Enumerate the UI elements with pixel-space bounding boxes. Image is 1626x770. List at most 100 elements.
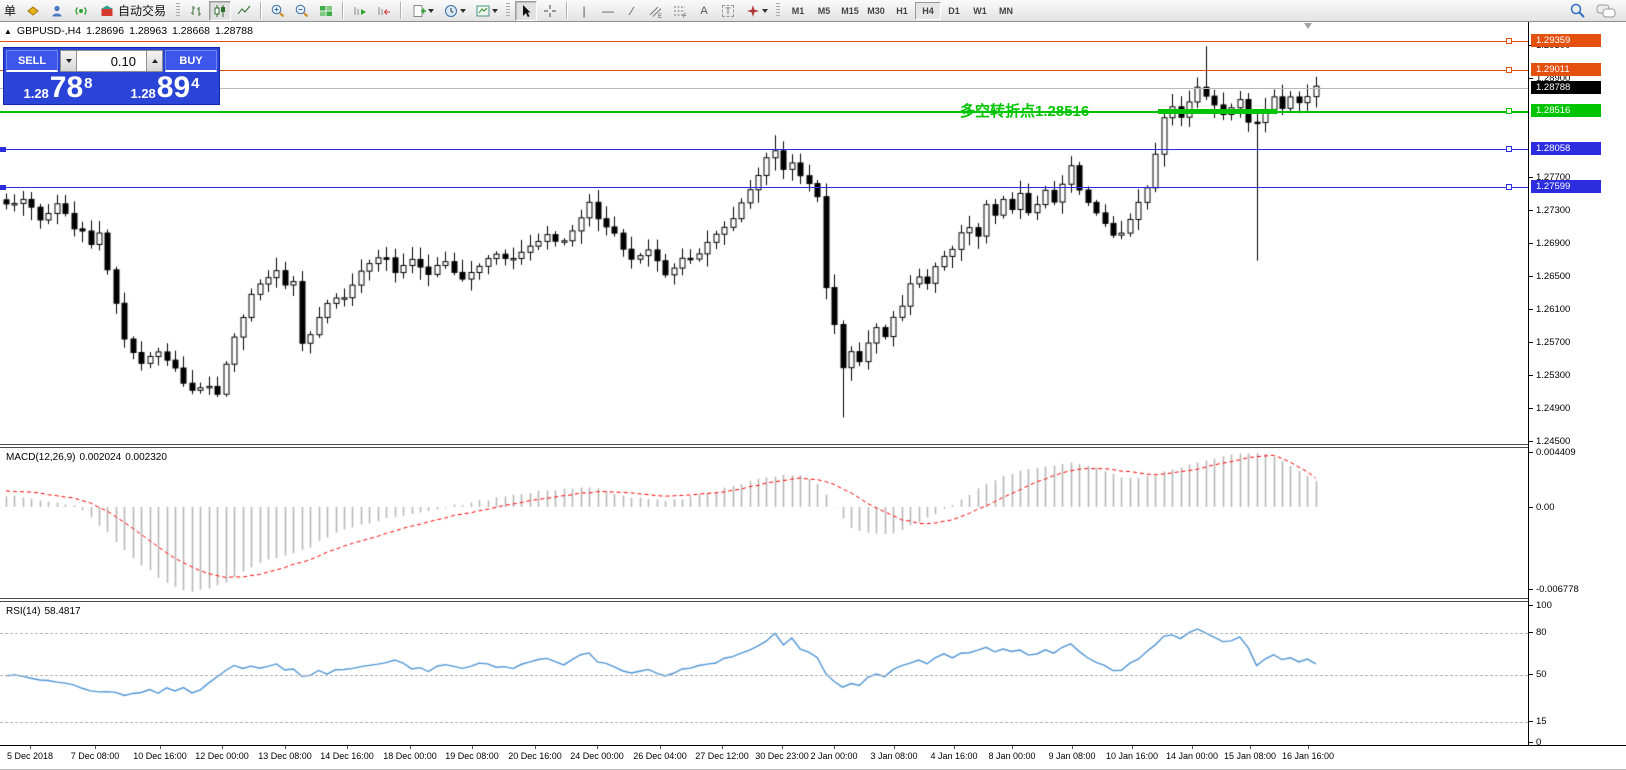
time-label: 2 Jan 00:00 xyxy=(810,751,857,761)
tick-dash xyxy=(1529,721,1533,722)
timeframe-mn[interactable]: MN xyxy=(993,2,1019,20)
line-chart-button[interactable] xyxy=(233,1,255,21)
price-badge: 1.28516 xyxy=(1531,104,1601,117)
rsi-name: RSI(14) xyxy=(6,606,40,617)
volume-increase-button[interactable] xyxy=(146,50,163,72)
pane-separator[interactable] xyxy=(0,598,1626,602)
time-label: 15 Jan 08:00 xyxy=(1224,751,1276,761)
broadcast-icon xyxy=(73,3,89,19)
chart-shift-marker xyxy=(1304,23,1312,29)
arrows-button[interactable] xyxy=(741,1,771,21)
time-label: 5 Dec 2018 xyxy=(7,751,53,761)
time-label: 13 Dec 08:00 xyxy=(258,751,312,761)
profiles-icon[interactable] xyxy=(46,1,68,21)
text-label-button[interactable]: T xyxy=(717,1,739,21)
chart-shift-button[interactable] xyxy=(349,1,371,21)
chart-annotation[interactable]: 多空转折点1.28516 xyxy=(960,100,1089,121)
new-order-doc-icon xyxy=(411,3,427,19)
price-badge: 1.28058 xyxy=(1531,142,1601,155)
macd-canvas[interactable] xyxy=(0,448,1528,598)
horizontal-line-button[interactable]: — xyxy=(597,1,619,21)
sell-price-small: 1.28 xyxy=(23,87,48,100)
timeframe-d1[interactable]: D1 xyxy=(941,2,967,20)
period-button[interactable] xyxy=(439,1,469,21)
vertical-line-button[interactable]: | xyxy=(573,1,595,21)
price-tick: 1.27300 xyxy=(1529,205,1570,216)
tick-dash xyxy=(1529,605,1533,606)
time-label: 4 Jan 16:00 xyxy=(930,751,977,761)
trendline-button[interactable]: ∕ xyxy=(621,1,643,21)
timeframe-m5[interactable]: M5 xyxy=(811,2,837,20)
dropdown-caret-icon xyxy=(762,9,768,13)
svg-text:E: E xyxy=(658,14,662,19)
pane-separator[interactable] xyxy=(0,444,1626,448)
hline-bar xyxy=(0,149,1528,150)
search-icon[interactable] xyxy=(1569,2,1586,19)
chart-title: ▲ GBPUSD-,H4 1.28696 1.28963 1.28668 1.2… xyxy=(4,25,253,37)
sell-price-big: 78 xyxy=(50,73,83,103)
indicators-button[interactable] xyxy=(471,1,501,21)
macd-name: MACD(12,26,9) xyxy=(6,452,75,463)
candlestick-chart-button[interactable] xyxy=(209,1,231,21)
sell-button[interactable]: SELL xyxy=(6,50,58,72)
sell-price[interactable]: 1.28788 xyxy=(6,73,110,103)
zoom-in-button[interactable] xyxy=(267,1,289,21)
buy-button[interactable]: BUY xyxy=(165,50,217,72)
crosshair-button[interactable] xyxy=(539,1,561,21)
timeframe-w1[interactable]: W1 xyxy=(967,2,993,20)
text-button[interactable]: A xyxy=(693,1,715,21)
chart-marker-icon: ▲ xyxy=(4,27,12,36)
volume-input[interactable]: 0.10 xyxy=(77,50,146,72)
chat-icon[interactable] xyxy=(1596,3,1616,19)
time-label: 24 Dec 00:00 xyxy=(570,751,624,761)
rsi-canvas[interactable] xyxy=(0,602,1528,745)
menu-fragment[interactable]: 单 xyxy=(4,2,16,19)
toolbar-separator xyxy=(400,2,402,19)
line-left-nub xyxy=(0,147,6,152)
time-label: 27 Dec 12:00 xyxy=(695,751,749,761)
auto-scroll-button[interactable] xyxy=(373,1,395,21)
line-handle[interactable] xyxy=(1506,38,1512,44)
clock-icon xyxy=(443,3,459,19)
fibonacci-button[interactable]: F xyxy=(669,1,691,21)
zoom-out-button[interactable] xyxy=(291,1,313,21)
person-icon xyxy=(49,3,65,19)
text-label-icon: T xyxy=(722,5,734,17)
line-handle[interactable] xyxy=(1506,146,1512,152)
line-handle[interactable] xyxy=(1506,184,1512,190)
tick-dash xyxy=(1529,452,1533,453)
one-click-trading-panel: SELL 0.10 BUY 1.28788 1.28894 xyxy=(3,47,220,105)
volume-decrease-button[interactable] xyxy=(60,50,77,72)
turning-point-segment[interactable] xyxy=(1158,109,1277,114)
buy-price[interactable]: 1.28894 xyxy=(113,73,217,103)
timeframe-m1[interactable]: M1 xyxy=(785,2,811,20)
macd-main-value: 0.002024 xyxy=(79,452,121,463)
rsi-level-15 xyxy=(0,722,1528,723)
price-tick-label: 1.24500 xyxy=(1536,436,1570,447)
line-handle[interactable] xyxy=(1506,108,1512,114)
time-tick xyxy=(834,746,835,749)
timeframe-h4[interactable]: H4 xyxy=(915,2,941,20)
toolbar-separator xyxy=(566,2,568,19)
new-order-gold-icon[interactable] xyxy=(22,1,44,21)
price-tick: 1.26100 xyxy=(1529,304,1570,315)
bar-chart-button[interactable] xyxy=(185,1,207,21)
macd-axis-value: -0.006778 xyxy=(1536,584,1579,595)
price-axis[interactable]: 1.293001.289001.277001.273001.269001.265… xyxy=(1528,22,1626,745)
channel-button[interactable]: E xyxy=(645,1,667,21)
timeframe-h1[interactable]: H1 xyxy=(889,2,915,20)
price-badge: 1.29359 xyxy=(1531,34,1601,47)
time-axis[interactable]: 5 Dec 20187 Dec 08:0010 Dec 16:0012 Dec … xyxy=(0,745,1626,770)
timeframe-m15[interactable]: M15 xyxy=(837,2,863,20)
tile-windows-button[interactable] xyxy=(315,1,337,21)
new-order-button[interactable] xyxy=(407,1,437,21)
line-handle[interactable] xyxy=(1506,67,1512,73)
cursor-button[interactable] xyxy=(515,1,537,21)
top-toolbar: 单 自动交易 xyxy=(0,0,1626,22)
timeframe-m30[interactable]: M30 xyxy=(863,2,889,20)
autotrading-button[interactable]: 自动交易 xyxy=(94,1,171,21)
trade-panel-top: SELL 0.10 BUY xyxy=(6,50,217,72)
signal-icon[interactable] xyxy=(70,1,92,21)
price-chart-canvas[interactable] xyxy=(0,22,1528,444)
line-left-nub xyxy=(0,185,6,190)
